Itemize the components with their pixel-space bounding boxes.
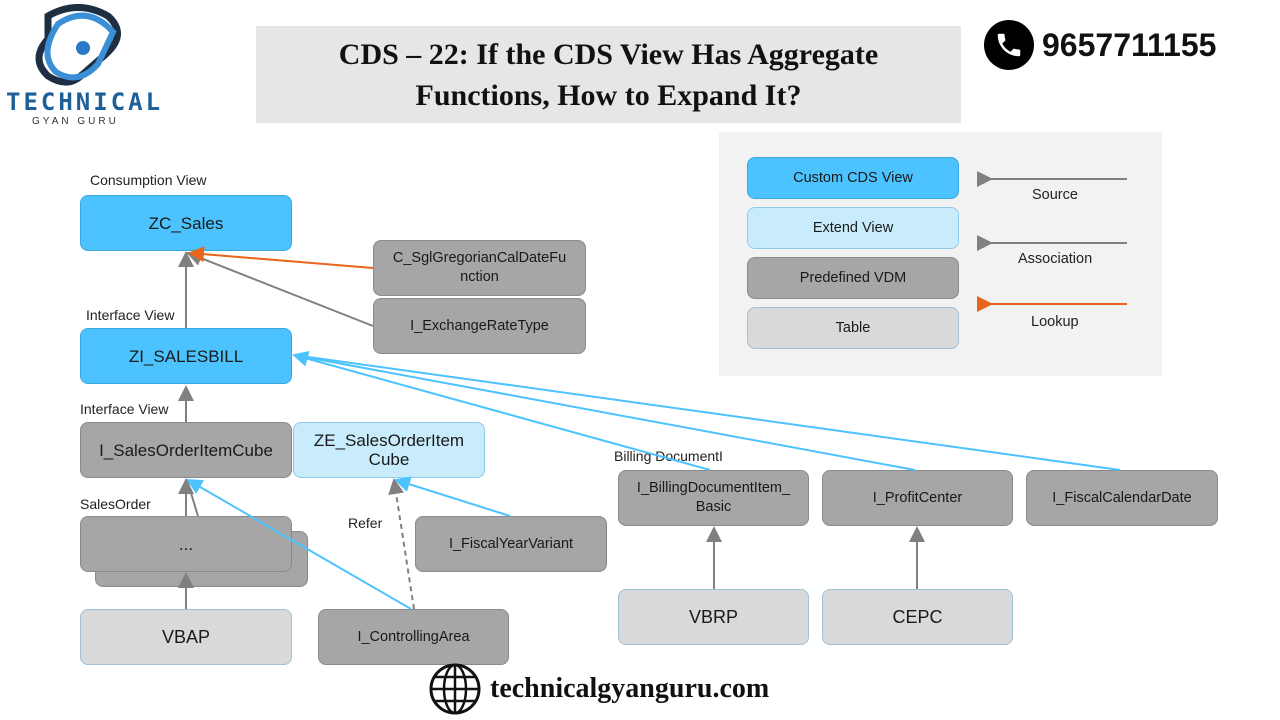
node-cepc[interactable]: CEPC: [822, 589, 1013, 645]
label-interface-view-2: Interface View: [80, 401, 169, 417]
logo-text: TECHNICAL: [6, 88, 164, 116]
logo-subtext: GYAN GURU: [32, 116, 119, 127]
node-ze-sales-order-item-cube[interactable]: ZE_SalesOrderItem Cube: [293, 422, 485, 478]
node-vbrp[interactable]: VBRP: [618, 589, 809, 645]
label-sales-order: SalesOrder: [80, 496, 151, 512]
node-zc-sales[interactable]: ZC_Sales: [80, 195, 292, 251]
legend-panel: Custom CDS View Extend View Predefined V…: [719, 132, 1162, 376]
legend-lookup-label: Lookup: [1031, 314, 1079, 330]
node-exchange-rate-type[interactable]: I_ExchangeRateType: [373, 298, 586, 354]
node-fiscal-year-variant[interactable]: I_FiscalYearVariant: [415, 516, 607, 572]
node-zi-salesbill[interactable]: ZI_SALESBILL: [80, 328, 292, 384]
edge-fyvariant-to-ze: [394, 476, 511, 517]
edge-ellipsis2-to-cube: [186, 479, 199, 517]
phone-contact: 9657711155: [984, 20, 1216, 70]
legend-source-label: Source: [1032, 187, 1078, 203]
node-cal-date-function[interactable]: C_SglGregorianCalDateFu nction: [373, 240, 586, 296]
title-banner: CDS – 22: If the CDS View Has Aggregate …: [256, 26, 961, 123]
edge-caldate-lookup-to-zc: [188, 246, 374, 269]
node-billing-document-item-basic[interactable]: I_BillingDocumentItem_ Basic: [618, 470, 809, 526]
legend-custom-cds-view: Custom CDS View: [747, 157, 959, 199]
node-fiscal-calendar-date[interactable]: I_FiscalCalendarDate: [1026, 470, 1218, 526]
brand-logo: TECHNICAL GYAN GURU: [0, 0, 170, 135]
node-sales-order-item-cube[interactable]: I_SalesOrderItemCube: [80, 422, 292, 478]
legend-table: Table: [747, 307, 959, 349]
node-vbap[interactable]: VBAP: [80, 609, 292, 665]
label-consumption-view: Consumption View: [90, 172, 207, 188]
edge-exchange-to-zc: [186, 250, 374, 327]
label-interface-view-1: Interface View: [86, 307, 175, 323]
page-title: CDS – 22: If the CDS View Has Aggregate …: [338, 37, 879, 112]
label-refer: Refer: [348, 515, 383, 531]
footer-website: technicalgyanguru.com: [428, 662, 769, 716]
legend-association-label: Association: [1018, 251, 1093, 267]
phone-number: 9657711155: [1042, 26, 1217, 63]
globe-icon: [429, 663, 481, 715]
node-ellipsis[interactable]: ...: [80, 516, 292, 572]
phone-icon: [984, 20, 1034, 70]
logo-atom-icon: [35, 4, 121, 86]
website-link[interactable]: technicalgyanguru.com: [490, 673, 769, 705]
edge-controlling-refer-ze: [388, 478, 415, 610]
label-billing-document: Billing DocumentI: [614, 448, 723, 464]
node-controlling-area[interactable]: I_ControllingArea: [318, 609, 509, 665]
node-profit-center[interactable]: I_ProfitCenter: [822, 470, 1013, 526]
legend-predefined-vdm: Predefined VDM: [747, 257, 959, 299]
legend-extend-view: Extend View: [747, 207, 959, 249]
